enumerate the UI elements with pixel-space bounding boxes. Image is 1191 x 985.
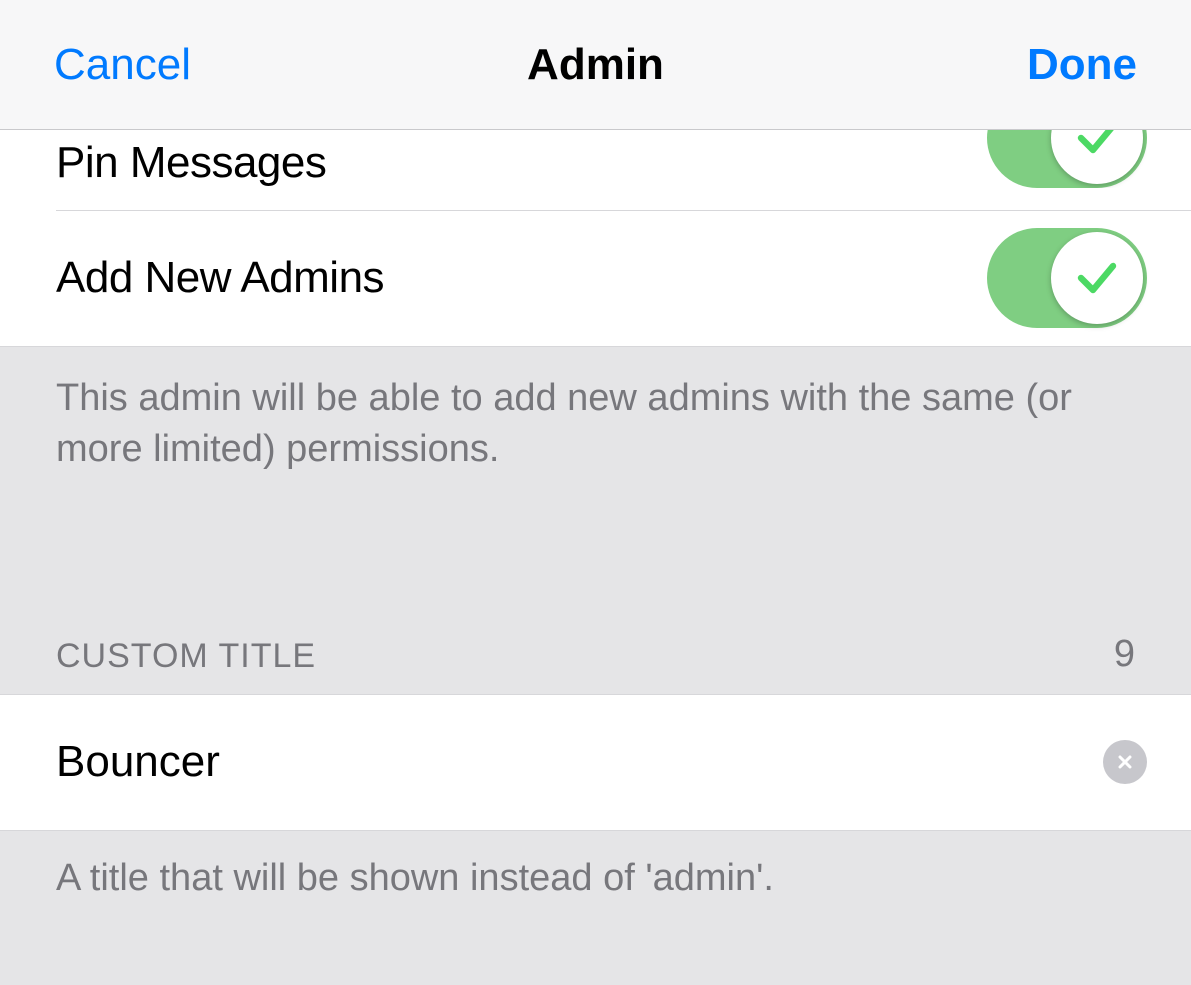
add-new-admins-row: Add New Admins — [0, 210, 1191, 347]
done-button[interactable]: Done — [1027, 0, 1137, 129]
add-new-admins-label: Add New Admins — [56, 253, 384, 303]
pin-messages-row: Pin Messages — [0, 130, 1191, 210]
cancel-label: Cancel — [54, 40, 191, 90]
checkmark-icon — [1073, 130, 1121, 162]
custom-title-header-label: CUSTOM TITLE — [56, 637, 316, 676]
navigation-bar: Cancel Admin Done — [0, 0, 1191, 130]
page-title: Admin — [527, 40, 664, 90]
custom-title-remaining-count: 9 — [1114, 633, 1135, 676]
custom-title-footer: A title that will be shown instead of 'a… — [0, 831, 1191, 940]
done-label: Done — [1027, 40, 1137, 90]
custom-title-header: CUSTOM TITLE 9 — [0, 626, 1191, 694]
custom-title-input[interactable]: Bouncer — [56, 737, 220, 787]
close-icon — [1115, 752, 1135, 772]
content-area: Pin Messages Add New Admins — [0, 130, 1191, 940]
pin-messages-toggle[interactable] — [987, 130, 1147, 188]
cancel-button[interactable]: Cancel — [54, 0, 191, 129]
custom-title-input-row: Bouncer — [0, 694, 1191, 831]
permissions-footer: This admin will be able to add new admin… — [0, 347, 1191, 476]
add-new-admins-toggle[interactable] — [987, 228, 1147, 328]
pin-messages-label: Pin Messages — [56, 138, 326, 188]
permissions-group: Pin Messages Add New Admins — [0, 130, 1191, 347]
section-spacer — [0, 476, 1191, 626]
clear-text-button[interactable] — [1103, 740, 1147, 784]
checkmark-icon — [1073, 254, 1121, 302]
